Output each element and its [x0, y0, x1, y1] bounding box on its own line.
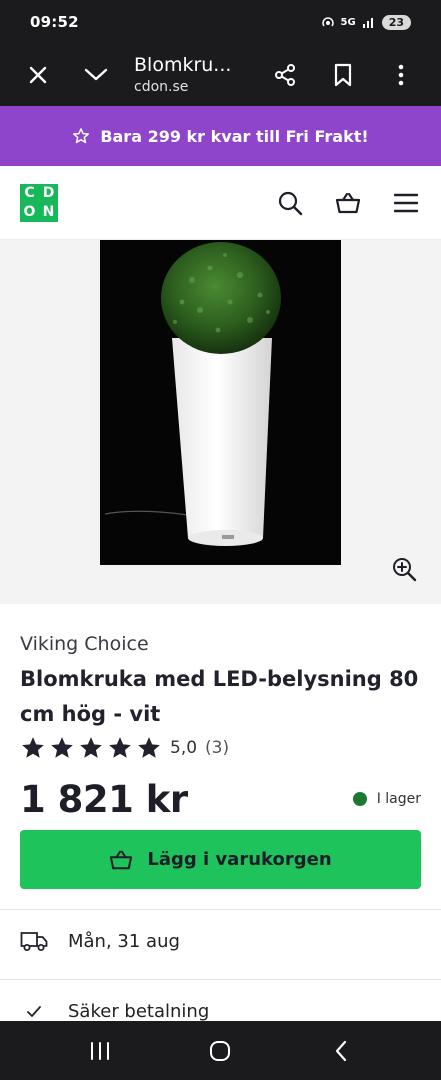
close-tab-button[interactable] — [18, 55, 58, 95]
divider — [0, 909, 441, 910]
zoom-button[interactable] — [391, 556, 421, 586]
basket-icon — [335, 192, 361, 213]
cdon-logo[interactable]: C D O N — [20, 183, 58, 222]
product-rating[interactable]: 5,0 (3) — [20, 734, 421, 762]
battery-indicator: 23 — [381, 14, 411, 30]
status-time: 09:52 — [30, 13, 79, 31]
more-options-button[interactable] — [381, 55, 421, 95]
share-button[interactable] — [265, 55, 305, 95]
signal-icon — [362, 18, 373, 28]
star-outline-icon — [73, 128, 90, 144]
recents-icon — [91, 1041, 110, 1060]
product-info: Viking Choice Blomkruka med LED-belysnin… — [0, 604, 441, 824]
close-icon — [29, 66, 47, 84]
star-icon — [138, 737, 160, 758]
star-icon — [109, 737, 131, 758]
stock-dot-icon — [352, 792, 367, 806]
hotspot-icon — [321, 17, 334, 27]
zoom-in-icon — [393, 558, 417, 582]
add-to-cart-button[interactable]: Lägg i varukorgen — [20, 830, 421, 889]
logo-letter: D — [42, 184, 55, 201]
share-icon — [275, 64, 295, 86]
logo-letter: C — [24, 184, 35, 201]
divider — [0, 979, 441, 980]
basket-icon — [110, 850, 133, 869]
home-button[interactable] — [200, 1031, 240, 1071]
menu-button[interactable] — [391, 188, 421, 218]
rating-value: 5,0 — [170, 738, 198, 758]
free-shipping-banner: Bara 299 kr kvar till Fri Frakt! — [0, 106, 441, 166]
back-button[interactable] — [321, 1031, 361, 1071]
network-type: 5G — [340, 16, 356, 28]
status-bar: 09:52 5G 23 — [0, 0, 441, 44]
truck-icon — [20, 932, 48, 951]
product-title: Blomkruka med LED-belysning 80 cm hög - … — [20, 667, 419, 726]
rating-count: (3) — [205, 738, 230, 758]
expand-button[interactable] — [76, 55, 116, 95]
stock-label: I lager — [376, 791, 421, 807]
star-icon — [22, 737, 44, 758]
recents-button[interactable] — [80, 1031, 120, 1071]
rating-stars — [20, 735, 162, 761]
bookmark-button[interactable] — [323, 55, 363, 95]
search-icon — [278, 191, 303, 215]
add-to-cart-label: Lägg i varukorgen — [147, 849, 332, 870]
logo-letter: O — [23, 203, 36, 220]
menu-icon — [394, 193, 418, 212]
payment-info: Säker betalning — [20, 1001, 209, 1022]
page-info[interactable]: Blomkru... cdon.se — [134, 53, 231, 97]
back-icon — [335, 1040, 346, 1061]
product-brand[interactable]: Viking Choice — [20, 632, 421, 656]
price-row: 1 821 kr I lager — [20, 774, 421, 824]
chevron-down-icon — [84, 68, 108, 81]
promo-text: Bara 299 kr kvar till Fri Frakt! — [100, 126, 369, 146]
product-gallery — [0, 240, 441, 604]
bookmark-icon — [334, 63, 352, 87]
page-title: Blomkru... — [134, 54, 232, 76]
basket-button[interactable] — [333, 188, 363, 218]
star-icon — [51, 737, 73, 758]
search-button[interactable] — [275, 188, 305, 218]
header-actions — [275, 188, 421, 218]
product-image[interactable] — [100, 240, 341, 565]
stock-status: I lager — [352, 791, 421, 807]
page-url: cdon.se — [134, 79, 189, 95]
star-icon — [80, 737, 102, 758]
product-price: 1 821 kr — [20, 777, 188, 821]
browser-toolbar: Blomkru... cdon.se — [0, 44, 441, 106]
payment-label: Säker betalning — [68, 1001, 210, 1022]
delivery-date: Mån, 31 aug — [68, 930, 180, 952]
logo-letter: N — [42, 203, 55, 220]
site-header: C D O N — [0, 166, 441, 240]
more-vert-icon — [398, 64, 404, 86]
check-icon — [27, 1005, 41, 1017]
planter-illustration — [100, 240, 341, 565]
delivery-info: Mån, 31 aug — [20, 930, 180, 952]
status-icons: 5G 23 — [321, 14, 411, 30]
home-icon — [210, 1040, 231, 1061]
system-nav-bar — [0, 1021, 441, 1080]
